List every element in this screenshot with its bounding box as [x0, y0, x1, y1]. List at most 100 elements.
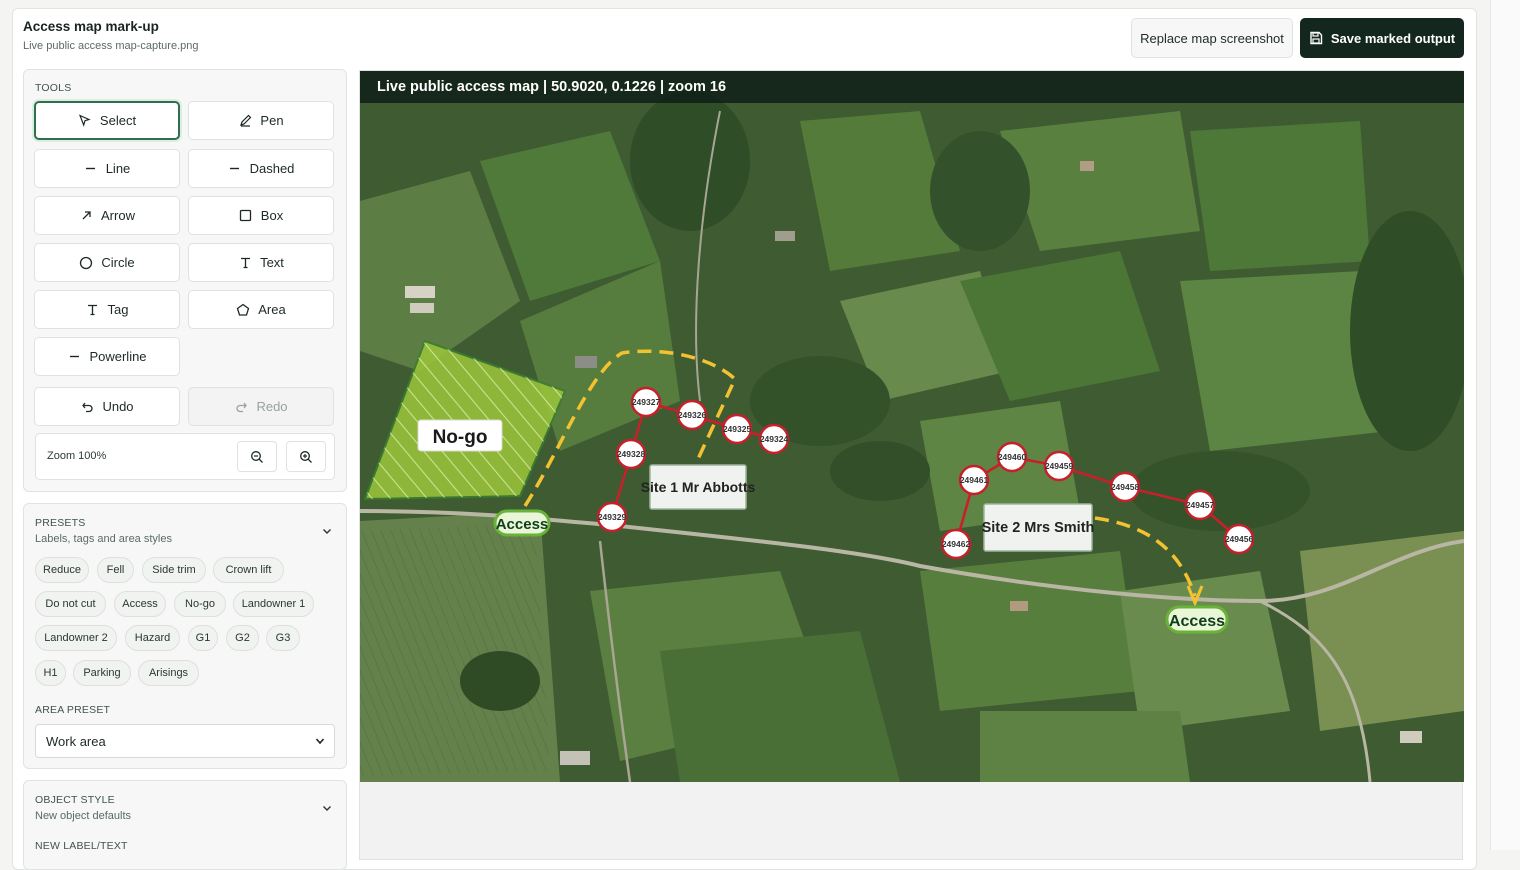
area-preset-select[interactable]: Work area: [35, 724, 335, 758]
pole-label: 249457: [1186, 500, 1215, 510]
preset-chip[interactable]: Side trim: [142, 557, 206, 583]
preset-chip[interactable]: Do not cut: [35, 591, 106, 617]
field: [1300, 531, 1464, 731]
pole-249327[interactable]: 249327: [630, 386, 662, 418]
woodland: [1130, 451, 1310, 531]
save-output-button[interactable]: Save marked output: [1300, 18, 1464, 58]
building: [560, 751, 590, 765]
pole-249457[interactable]: 249457: [1184, 489, 1216, 521]
text-icon: [238, 256, 252, 270]
undo-button[interactable]: Undo: [34, 387, 180, 426]
tool-select[interactable]: Select: [34, 101, 180, 140]
preset-chip[interactable]: Access: [114, 591, 166, 617]
woodland: [460, 651, 540, 711]
pole-label: 249459: [1045, 461, 1074, 471]
tool-powerline[interactable]: Powerline: [34, 337, 180, 376]
map-canvas-area: 249327 249326 249325 249324 249328 24932…: [359, 70, 1464, 860]
tool-arrow[interactable]: Arrow: [34, 196, 180, 235]
zoom-level: Zoom 100%: [47, 450, 107, 462]
preset-chip[interactable]: Parking: [73, 660, 131, 686]
zoom-in-icon: [300, 450, 312, 463]
undo-icon: [80, 400, 94, 414]
presets-subtitle: Labels, tags and area styles: [35, 533, 172, 545]
tool-area[interactable]: Area: [188, 290, 334, 329]
line-icon: [84, 162, 98, 176]
site-1-label[interactable]: Site 1 Mr Abbotts: [641, 464, 756, 510]
tool-label: Text: [260, 255, 284, 270]
chevron-down-icon: [315, 738, 325, 745]
preset-chip[interactable]: G3: [266, 625, 300, 651]
preset-chip[interactable]: Fell: [97, 557, 134, 583]
preset-chip[interactable]: Landowner 2: [35, 625, 117, 651]
pole-249461[interactable]: 249461: [958, 464, 990, 496]
tool-box[interactable]: Box: [188, 196, 334, 235]
pole-249328[interactable]: 249328: [615, 438, 647, 470]
field: [920, 551, 1140, 711]
zoom-in-button[interactable]: [286, 441, 326, 472]
pole-249324[interactable]: 249324: [758, 423, 790, 455]
field: [1190, 121, 1370, 271]
pole-label: 249325: [723, 424, 752, 434]
building: [1400, 731, 1422, 743]
pentagon-icon: [236, 303, 250, 317]
preset-chip[interactable]: H1: [35, 660, 66, 686]
field: [980, 711, 1190, 782]
pole-249458[interactable]: 249458: [1109, 471, 1141, 503]
tool-label: Powerline: [89, 349, 147, 364]
replace-screenshot-button[interactable]: Replace map screenshot: [1131, 18, 1293, 58]
page-scrollbar[interactable]: [1490, 0, 1520, 850]
pole-label: 249461: [960, 475, 989, 485]
building: [775, 231, 795, 241]
access-label-2[interactable]: Access: [1165, 605, 1229, 634]
tool-pen[interactable]: Pen: [188, 101, 334, 140]
woodland: [930, 131, 1030, 251]
pole-249460[interactable]: 249460: [996, 441, 1028, 473]
arrow-icon: [79, 209, 93, 223]
pole-249325[interactable]: 249325: [721, 413, 753, 445]
aerial-map[interactable]: 249327 249326 249325 249324 249328 24932…: [360, 71, 1464, 782]
chevron-down-icon[interactable]: [322, 803, 332, 813]
preset-chip[interactable]: Arisings: [138, 660, 199, 686]
site-2-text: Site 2 Mrs Smith: [982, 520, 1095, 536]
tool-text[interactable]: Text: [188, 243, 334, 282]
pole-249326[interactable]: 249326: [676, 399, 708, 431]
file-name: Live public access map-capture.png: [23, 40, 199, 52]
preset-chip[interactable]: Reduce: [35, 557, 89, 583]
map-coordinates: Live public access map | 50.9020, 0.1226…: [377, 79, 727, 95]
pole-249329[interactable]: 249329: [596, 501, 628, 533]
preset-chip[interactable]: Landowner 1: [233, 591, 314, 617]
tool-label: Tag: [107, 302, 129, 317]
nogo-label[interactable]: No-go: [417, 419, 503, 452]
preset-chip[interactable]: No-go: [174, 591, 226, 617]
zoom-out-button[interactable]: [237, 441, 277, 472]
tool-tag[interactable]: Tag: [34, 290, 180, 329]
box-icon: [239, 209, 253, 223]
pole-249456[interactable]: 249456: [1223, 523, 1255, 555]
map-canvas[interactable]: 249327 249326 249325 249324 249328 24932…: [360, 71, 1464, 782]
pole-label: 249329: [598, 512, 627, 522]
access-label-1[interactable]: Access: [493, 509, 551, 537]
tool-dashed[interactable]: Dashed: [188, 149, 334, 188]
pole-249462[interactable]: 249462: [940, 528, 972, 560]
site-2-label[interactable]: Site 2 Mrs Smith: [982, 503, 1095, 552]
save-label: Save marked output: [1330, 30, 1456, 46]
preset-chip[interactable]: Hazard: [125, 625, 180, 651]
redo-button[interactable]: Redo: [188, 387, 334, 426]
chevron-down-icon[interactable]: [322, 526, 332, 536]
tool-label: Line: [105, 161, 131, 176]
pole-label: 249462: [942, 539, 971, 549]
pole-label: 249324: [760, 434, 789, 444]
undo-label: Undo: [102, 399, 134, 414]
preset-chip[interactable]: Crown lift: [213, 557, 284, 583]
page-title: Access map mark-up: [23, 19, 159, 34]
building: [575, 356, 597, 368]
preset-chip[interactable]: G2: [226, 625, 259, 651]
preset-chip[interactable]: G1: [188, 625, 218, 651]
pole-label: 249460: [998, 452, 1027, 462]
tool-label: Arrow: [101, 208, 135, 223]
pole-249459[interactable]: 249459: [1043, 450, 1075, 482]
tool-line[interactable]: Line: [34, 149, 180, 188]
woodland: [830, 441, 930, 501]
tool-circle[interactable]: Circle: [34, 243, 180, 282]
access-text: Access: [1169, 613, 1225, 630]
